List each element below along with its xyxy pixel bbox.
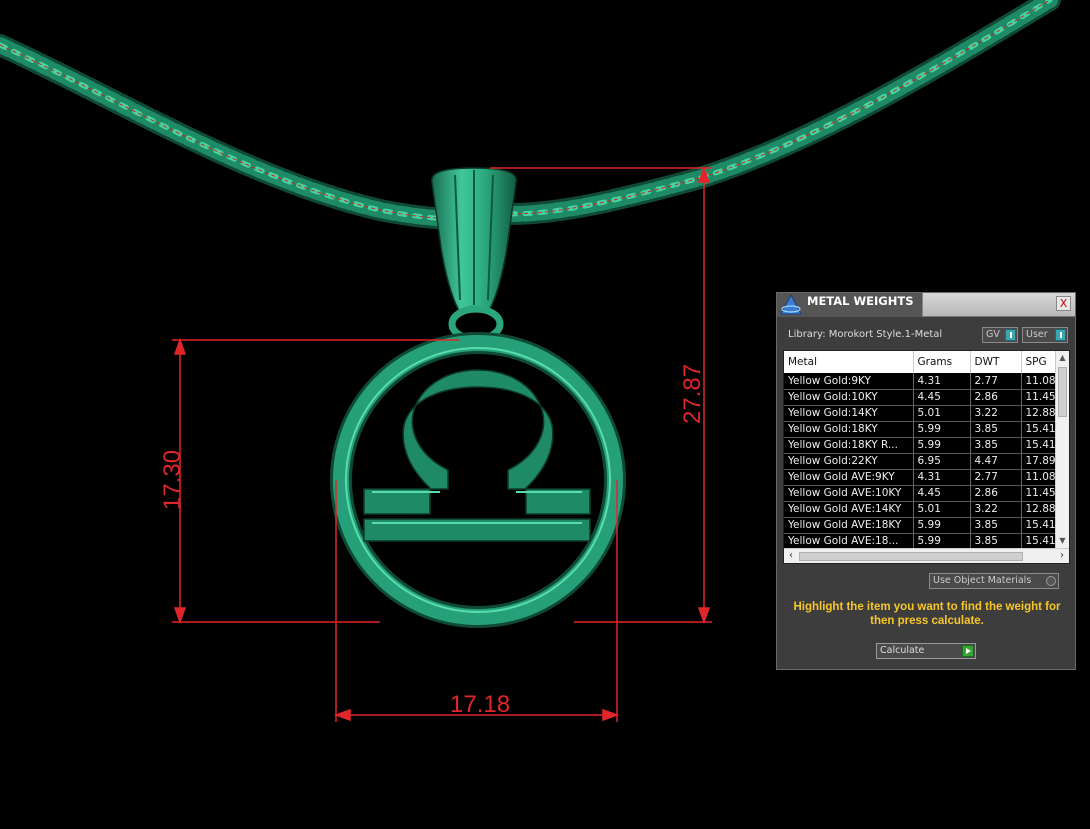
panel-header[interactable]: METAL WEIGHTS X bbox=[777, 293, 1075, 317]
table-row[interactable]: Yellow Gold AVE:18... 5.99 3.85 15.41 bbox=[784, 533, 1057, 550]
chain bbox=[0, 0, 1061, 230]
column-header-dwt[interactable]: DWT bbox=[970, 351, 1022, 373]
gv-toggle-label: GV bbox=[986, 329, 1000, 340]
cell-grams: 4.45 bbox=[913, 485, 971, 502]
cell-metal: Yellow Gold AVE:18KY bbox=[784, 517, 914, 534]
table-header-row: Metal Grams DWT SPG bbox=[784, 351, 1057, 373]
column-header-grams[interactable]: Grams bbox=[913, 351, 971, 373]
cell-dwt: 2.77 bbox=[970, 469, 1022, 486]
cell-spg: 17.89 bbox=[1021, 453, 1057, 470]
cell-spg: 11.45 bbox=[1021, 485, 1057, 502]
cell-dwt: 3.85 bbox=[970, 533, 1022, 550]
toggle-icon bbox=[1005, 329, 1016, 341]
cell-grams: 4.31 bbox=[913, 373, 971, 390]
vertical-scrollbar[interactable]: ▲ ▼ bbox=[1055, 351, 1069, 548]
cell-dwt: 3.85 bbox=[970, 421, 1022, 438]
cell-grams: 5.01 bbox=[913, 405, 971, 422]
cell-metal: Yellow Gold:10KY bbox=[784, 389, 914, 406]
toggle-icon bbox=[1055, 329, 1066, 341]
scroll-left-icon[interactable]: ‹ bbox=[784, 549, 798, 563]
cell-grams: 5.99 bbox=[913, 517, 971, 534]
table-row[interactable]: Yellow Gold:14KY 5.01 3.22 12.88 bbox=[784, 405, 1057, 422]
cell-spg: 15.41 bbox=[1021, 517, 1057, 534]
use-object-materials-label: Use Object Materials bbox=[933, 575, 1032, 586]
cell-spg: 11.45 bbox=[1021, 389, 1057, 406]
cell-spg: 12.88 bbox=[1021, 405, 1057, 422]
cell-grams: 4.31 bbox=[913, 469, 971, 486]
cell-dwt: 3.85 bbox=[970, 437, 1022, 454]
gv-toggle[interactable]: GV bbox=[982, 327, 1018, 343]
instruction-text: Highlight the item you want to find the … bbox=[793, 601, 1061, 627]
cell-dwt: 2.77 bbox=[970, 373, 1022, 390]
cell-grams: 5.99 bbox=[913, 533, 971, 550]
cell-metal: Yellow Gold AVE:18... bbox=[784, 533, 914, 550]
cell-dwt: 3.85 bbox=[970, 517, 1022, 534]
table-row[interactable]: Yellow Gold:18KY R... 5.99 3.85 15.41 bbox=[784, 437, 1057, 454]
metal-weights-panel: METAL WEIGHTS X Library: Morokort Style.… bbox=[776, 292, 1076, 670]
table-row[interactable]: Yellow Gold:10KY 4.45 2.86 11.45 bbox=[784, 389, 1057, 406]
table-row[interactable]: Yellow Gold:9KY 4.31 2.77 11.08 bbox=[784, 373, 1057, 390]
cell-grams: 6.95 bbox=[913, 453, 971, 470]
cell-grams: 5.99 bbox=[913, 421, 971, 438]
cell-metal: Yellow Gold:18KY bbox=[784, 421, 914, 438]
use-object-materials-toggle[interactable]: Use Object Materials bbox=[929, 573, 1059, 589]
scroll-thumb[interactable] bbox=[799, 552, 1023, 561]
cell-spg: 11.08 bbox=[1021, 469, 1057, 486]
horizontal-scrollbar[interactable]: ‹ › bbox=[784, 548, 1069, 563]
scroll-thumb[interactable] bbox=[1058, 367, 1067, 417]
cell-metal: Yellow Gold AVE:14KY bbox=[784, 501, 914, 518]
scroll-down-icon[interactable]: ▼ bbox=[1056, 534, 1069, 548]
cell-dwt: 4.47 bbox=[970, 453, 1022, 470]
cell-spg: 15.41 bbox=[1021, 421, 1057, 438]
cell-dwt: 3.22 bbox=[970, 405, 1022, 422]
cell-dwt: 2.86 bbox=[970, 485, 1022, 502]
dimension-left-height-label: 17.30 bbox=[159, 450, 186, 510]
cell-spg: 11.08 bbox=[1021, 373, 1057, 390]
column-header-metal[interactable]: Metal bbox=[784, 351, 914, 373]
scroll-right-icon[interactable]: › bbox=[1055, 549, 1069, 563]
table-row[interactable]: Yellow Gold AVE:10KY 4.45 2.86 11.45 bbox=[784, 485, 1057, 502]
cell-spg: 15.41 bbox=[1021, 533, 1057, 550]
cell-spg: 15.41 bbox=[1021, 437, 1057, 454]
cell-metal: Yellow Gold:9KY bbox=[784, 373, 914, 390]
dimension-width-label: 17.18 bbox=[450, 691, 510, 718]
app-logo-icon bbox=[780, 294, 802, 315]
calculate-button[interactable]: Calculate bbox=[876, 643, 976, 659]
cell-dwt: 2.86 bbox=[970, 389, 1022, 406]
user-toggle-label: User bbox=[1026, 329, 1048, 340]
table-row[interactable]: Yellow Gold AVE:14KY 5.01 3.22 12.88 bbox=[784, 501, 1057, 518]
play-icon bbox=[962, 645, 974, 657]
pendant-bail bbox=[431, 167, 517, 343]
table-row[interactable]: Yellow Gold AVE:18KY 5.99 3.85 15.41 bbox=[784, 517, 1057, 534]
dimension-height-label: 27.87 bbox=[679, 364, 706, 424]
library-label: Library: Morokort Style.1-Metal bbox=[788, 329, 943, 340]
cell-metal: Yellow Gold AVE:9KY bbox=[784, 469, 914, 486]
user-toggle[interactable]: User bbox=[1022, 327, 1068, 343]
cell-dwt: 3.22 bbox=[970, 501, 1022, 518]
cell-spg: 12.88 bbox=[1021, 501, 1057, 518]
cell-metal: Yellow Gold AVE:10KY bbox=[784, 485, 914, 502]
column-header-spg[interactable]: SPG bbox=[1021, 351, 1057, 373]
cell-grams: 5.99 bbox=[913, 437, 971, 454]
libra-symbol bbox=[363, 369, 591, 542]
metal-table-container: Metal Grams DWT SPG Yellow Gold:9KY 4.31 2… bbox=[783, 350, 1070, 564]
table-row[interactable]: Yellow Gold:18KY 5.99 3.85 15.41 bbox=[784, 421, 1057, 438]
cell-metal: Yellow Gold:22KY bbox=[784, 453, 914, 470]
metal-table: Metal Grams DWT SPG Yellow Gold:9KY 4.31 2… bbox=[784, 351, 1057, 550]
calculate-label: Calculate bbox=[880, 645, 925, 656]
cell-metal: Yellow Gold:14KY bbox=[784, 405, 914, 422]
cell-grams: 4.45 bbox=[913, 389, 971, 406]
close-button[interactable]: X bbox=[1056, 296, 1071, 311]
scroll-up-icon[interactable]: ▲ bbox=[1056, 351, 1069, 365]
table-row[interactable]: Yellow Gold:22KY 6.95 4.47 17.89 bbox=[784, 453, 1057, 470]
cell-metal: Yellow Gold:18KY R... bbox=[784, 437, 914, 454]
radio-icon bbox=[1046, 576, 1056, 586]
cell-grams: 5.01 bbox=[913, 501, 971, 518]
table-row[interactable]: Yellow Gold AVE:9KY 4.31 2.77 11.08 bbox=[784, 469, 1057, 486]
